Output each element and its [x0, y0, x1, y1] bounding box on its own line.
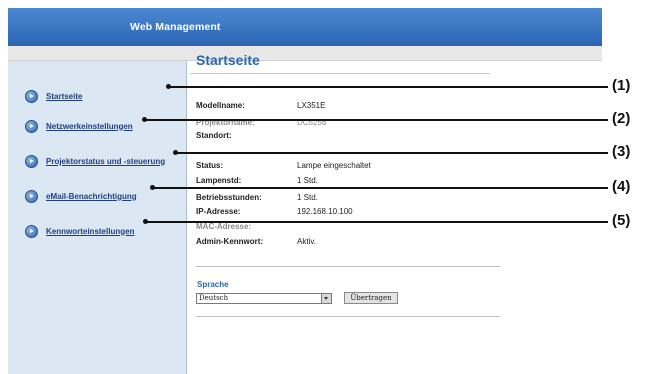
- info-label-ip-address: IP-Adresse:: [196, 207, 241, 216]
- title-divider: [190, 73, 490, 74]
- info-label-admin-password: Admin-Kennwort:: [196, 237, 264, 246]
- sidebar-item-netzwerkeinstellungen[interactable]: Netzwerkeinstellungen: [25, 119, 133, 133]
- info-value-model-name: LX351E: [297, 101, 326, 110]
- sidebar-item-label: Kennworteinstellungen: [46, 226, 135, 236]
- arrow-right-circle-icon: [25, 189, 38, 203]
- language-divider-bottom: [196, 316, 500, 317]
- callout-label-2: (2): [612, 110, 631, 127]
- arrow-right-circle-icon: [25, 224, 38, 238]
- apply-language-button[interactable]: Übertragen: [344, 292, 398, 304]
- arrow-right-circle-icon: [25, 119, 38, 133]
- info-label-location: Standort:: [196, 131, 232, 140]
- language-divider-top: [196, 266, 500, 267]
- sidebar: Startseite Netzwerkeinstellungen Projekt…: [8, 61, 187, 374]
- callout-line-5: [145, 221, 608, 223]
- header-title: Web Management: [130, 21, 221, 33]
- language-select-value: Deutsch: [199, 294, 229, 302]
- info-label-status: Status:: [196, 161, 224, 170]
- callout-label-4: (4): [612, 178, 631, 195]
- info-value-status: Lampe eingeschaltet: [297, 161, 371, 170]
- sidebar-item-label: eMail-Benachrichtigung: [46, 191, 137, 201]
- callout-label-5: (5): [612, 212, 631, 229]
- callout-label-1: (1): [612, 77, 631, 94]
- page-title: Startseite: [196, 52, 260, 68]
- sidebar-item-label: Netzwerkeinstellungen: [46, 121, 133, 131]
- info-label-mac-address: MAC-Adresse:: [196, 222, 252, 231]
- header-subbar: [8, 46, 602, 61]
- info-label-model-name: Modellname:: [196, 101, 245, 110]
- info-value-ip-address: 192.168.10.100: [297, 207, 353, 216]
- chevron-down-icon[interactable]: [321, 294, 331, 303]
- arrow-right-circle-icon: [25, 89, 38, 103]
- language-label: Sprache: [197, 280, 229, 289]
- callout-line-2: [144, 119, 608, 121]
- arrow-right-circle-icon: [25, 154, 38, 168]
- callout-line-1: [168, 86, 608, 88]
- info-value-operating-hours: 1 Std.: [297, 193, 318, 202]
- callout-line-4: [152, 187, 608, 189]
- sidebar-item-startseite[interactable]: Startseite: [25, 89, 82, 103]
- sidebar-item-projektorstatus[interactable]: Projektorstatus und -steuerung: [25, 154, 165, 168]
- callout-line-3: [175, 152, 608, 154]
- language-select[interactable]: Deutsch: [196, 293, 332, 304]
- header-bar: Web Management: [8, 8, 602, 46]
- sidebar-item-label: Projektorstatus und -steuerung: [46, 156, 166, 166]
- info-label-operating-hours: Betriebsstunden:: [196, 193, 262, 202]
- sidebar-item-label: Startseite: [46, 91, 83, 101]
- info-value-lamp-hours: 1 Std.: [297, 176, 318, 185]
- sidebar-item-email-benachrichtigung[interactable]: eMail-Benachrichtigung: [25, 189, 137, 203]
- info-label-lamp-hours: Lampenstd:: [196, 176, 242, 185]
- info-value-admin-password: Aktiv.: [297, 237, 316, 246]
- web-management-window: Web Management Startseite Netzwerkeinste…: [8, 8, 602, 374]
- sidebar-item-kennworteinstellungen[interactable]: Kennworteinstellungen: [25, 224, 134, 238]
- callout-label-3: (3): [612, 143, 631, 160]
